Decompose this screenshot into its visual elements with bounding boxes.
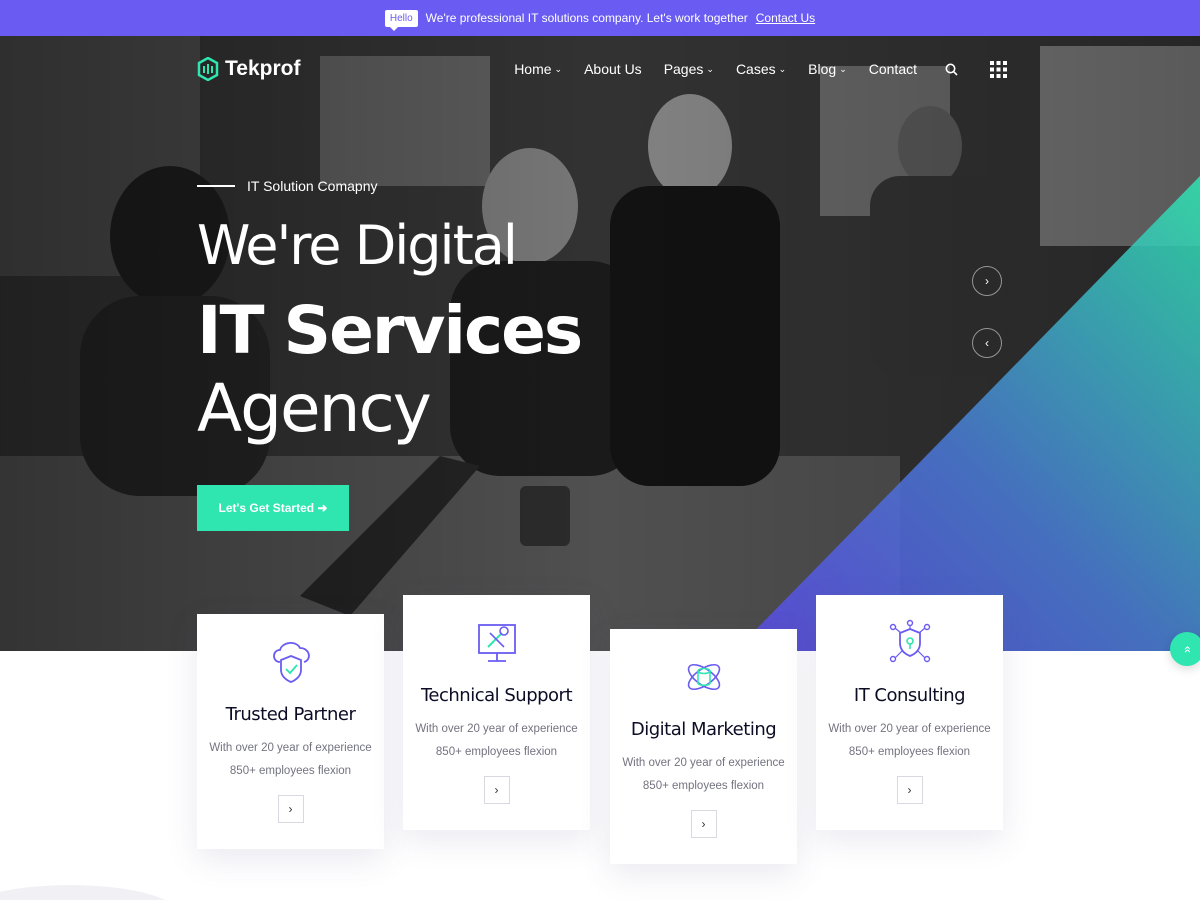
nav-label: Blog [808, 61, 837, 77]
chevron-down-icon: ⌄ [554, 63, 563, 74]
chevron-down-icon: ⌄ [839, 63, 847, 74]
nav-item-blog[interactable]: Blog ⌄ [808, 61, 847, 77]
hero-tagline: IT Solution Comapny [197, 178, 377, 194]
site-header: Tekprof Home ⌄ About Us Pages ⌄ Cases ⌄ … [197, 52, 1007, 86]
card-desc-line: With over 20 year of experience [209, 742, 372, 754]
brand-logo[interactable]: Tekprof [197, 57, 300, 81]
top-announcement-bar: Hello We're professional IT solutions co… [0, 0, 1200, 36]
card-arrow-button[interactable]: › [277, 795, 304, 823]
nav-label: Contact [868, 61, 917, 77]
double-chevron-up-icon: » [1179, 645, 1195, 653]
hero-heading-line-3: Agency [197, 370, 432, 447]
service-card-it-consulting: IT Consulting With over 20 year of exper… [816, 595, 1003, 830]
gradient-triangle-decoration [735, 176, 1200, 651]
grid-menu-icon [990, 60, 1007, 78]
card-desc-line: 850+ employees flexion [642, 780, 765, 792]
decorative-arc [0, 885, 180, 900]
announcement-text: We're professional IT solutions company.… [425, 11, 748, 25]
card-desc-line: With over 20 year of experience [415, 723, 578, 735]
hello-badge: Hello [384, 9, 418, 31]
nav-label: Home [514, 61, 552, 77]
search-icon [945, 63, 958, 76]
card-description: With over 20 year of experience 850+ emp… [415, 718, 577, 764]
hero-heading-line-1: We're Digital [197, 214, 518, 277]
card-description: With over 20 year of experience 850+ emp… [622, 752, 784, 798]
chevron-down-icon: ⌄ [706, 63, 714, 74]
card-title: Technical Support [420, 685, 573, 706]
card-description: With over 20 year of experience 850+ emp… [209, 737, 371, 783]
card-desc-line: 850+ employees flexion [435, 746, 558, 758]
slider-next-button[interactable]: › [972, 266, 1002, 296]
brand-name: Tekprof [225, 57, 301, 80]
card-title: IT Consulting [853, 685, 966, 706]
card-arrow-button[interactable]: › [896, 776, 923, 804]
nav-label: Cases [735, 61, 776, 77]
nav-item-about-us[interactable]: About Us [584, 61, 642, 77]
nav-item-home[interactable]: Home ⌄ [514, 61, 562, 77]
search-button[interactable] [945, 63, 958, 76]
main-nav: Home ⌄ About Us Pages ⌄ Cases ⌄ Blog ⌄ C… [514, 60, 1007, 78]
card-desc-line: With over 20 year of experience [622, 757, 785, 769]
nav-label: About Us [584, 61, 642, 77]
card-description: With over 20 year of experience 850+ emp… [828, 718, 990, 764]
card-title: Digital Marketing [630, 719, 777, 740]
card-desc-line: 850+ employees flexion [229, 765, 352, 777]
cloud-shield-icon [272, 642, 310, 683]
nav-item-pages[interactable]: Pages ⌄ [664, 61, 714, 77]
slider-prev-button[interactable]: ‹ [972, 328, 1002, 358]
card-title: Trusted Partner [225, 704, 356, 725]
nav-label: Pages [663, 61, 704, 77]
service-card-trusted-partner: Trusted Partner With over 20 year of exp… [197, 614, 384, 849]
scroll-to-top-button[interactable]: » [1170, 632, 1200, 666]
nav-item-contact[interactable]: Contact [869, 61, 917, 77]
card-desc-line: With over 20 year of experience [828, 723, 991, 735]
service-card-digital-marketing: Digital Marketing With over 20 year of e… [610, 629, 797, 864]
get-started-button[interactable]: Let's Get Started ➜ [197, 485, 349, 531]
tagline-divider [197, 185, 235, 187]
tekprof-logo-icon [197, 57, 219, 81]
card-arrow-button[interactable]: › [483, 776, 510, 804]
hero-section: › ‹ [0, 36, 1200, 651]
service-card-technical-support: Technical Support With over 20 year of e… [403, 595, 590, 830]
card-arrow-button[interactable]: › [690, 810, 717, 838]
network-shield-icon [889, 619, 930, 663]
card-desc-line: 850+ employees flexion [848, 746, 971, 758]
menu-grid-button[interactable] [990, 60, 1007, 78]
nav-item-cases[interactable]: Cases ⌄ [736, 61, 786, 77]
monitor-tools-icon [477, 624, 516, 662]
chevron-down-icon: ⌄ [778, 63, 787, 74]
hero-heading-line-2: IT Services [197, 292, 583, 369]
contact-us-link[interactable]: Contact Us [756, 11, 815, 25]
tagline-text: IT Solution Comapny [247, 178, 378, 194]
database-orbit-icon [687, 663, 720, 691]
